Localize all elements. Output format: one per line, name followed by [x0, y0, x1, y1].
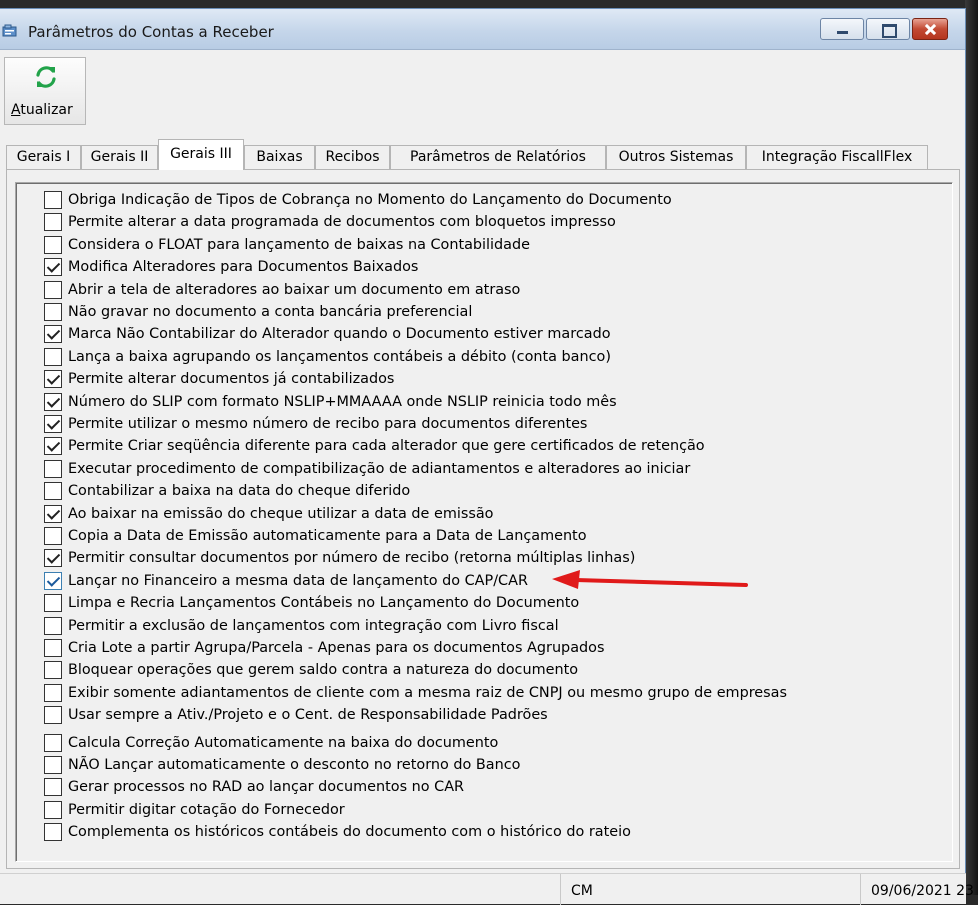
option-checkbox[interactable]	[44, 800, 62, 819]
parameters-window: Parâmetros do Contas a Receber Atualizar…	[0, 8, 974, 905]
option-checkbox[interactable]	[44, 459, 62, 478]
option-checkbox[interactable]	[44, 616, 62, 635]
annotation-arrow-line	[574, 578, 748, 587]
refresh-button[interactable]: Atualizar	[4, 57, 86, 125]
option-checkbox[interactable]	[44, 733, 62, 752]
option-label[interactable]: Copia a Data de Emissão automaticamente …	[68, 526, 587, 546]
option-label[interactable]: Calcula Correção Automaticamente na baix…	[68, 733, 498, 753]
option-checkbox[interactable]	[44, 683, 62, 702]
option-label[interactable]: Lançar no Financeiro a mesma data de lan…	[68, 571, 528, 591]
option-checkbox[interactable]	[44, 258, 62, 277]
option-checkbox[interactable]	[44, 756, 62, 774]
option-checkbox[interactable]	[44, 370, 62, 389]
window-app-icon	[2, 24, 17, 37]
desktop-background	[965, 0, 978, 895]
status-cell-company: CM	[560, 874, 860, 905]
option-label[interactable]: Limpa e Recria Lançamentos Contábeis no …	[68, 593, 579, 613]
refresh-label-rest: tualizar	[20, 102, 73, 118]
option-checkbox[interactable]	[44, 280, 62, 299]
option-checkbox[interactable]	[44, 415, 62, 433]
option-label[interactable]: Permitir consultar documentos por número…	[68, 548, 635, 568]
tab-gerais-i[interactable]: Gerais I	[6, 145, 81, 169]
tab-par-metros-de-relat-rios[interactable]: Parâmetros de Relatórios	[390, 145, 606, 169]
option-label[interactable]: Cria Lote a partir Agrupa/Parcela - Apen…	[68, 638, 604, 658]
option-label[interactable]: Permite alterar documentos já contabiliz…	[68, 369, 394, 389]
status-datetime: 09/06/2021 23	[871, 883, 974, 899]
option-checkbox[interactable]	[44, 527, 62, 545]
option-checkbox[interactable]	[44, 504, 62, 523]
option-label[interactable]: Usar sempre a Ativ./Projeto e o Cent. de…	[68, 705, 548, 725]
option-label[interactable]: Permitir a exclusão de lançamentos com i…	[68, 616, 559, 636]
window-title: Parâmetros do Contas a Receber	[28, 23, 274, 41]
tab-outros-sistemas[interactable]: Outros Sistemas	[606, 145, 746, 169]
option-label[interactable]: Permite Criar seqüência diferente para c…	[68, 436, 705, 456]
option-label[interactable]: Lança a baixa agrupando os lançamentos c…	[68, 347, 611, 367]
refresh-icon	[36, 66, 56, 88]
option-label[interactable]: NÃO Lançar automaticamente o desconto no…	[68, 755, 520, 775]
tab-gerais-ii[interactable]: Gerais II	[81, 145, 158, 169]
option-checkbox[interactable]	[44, 235, 62, 254]
option-label[interactable]: Gerar processos no RAD ao lançar documen…	[68, 777, 464, 797]
tab-recibos[interactable]: Recibos	[315, 145, 390, 169]
option-checkbox[interactable]	[44, 706, 62, 725]
refresh-label-mnemonic: A	[11, 102, 21, 118]
option-label[interactable]: Marca Não Contabilizar do Alterador quan…	[68, 324, 611, 344]
option-checkbox[interactable]	[44, 347, 62, 366]
tab-gerais-iii[interactable]: Gerais III	[158, 139, 244, 170]
option-label[interactable]: Modifica Alteradores para Documentos Bai…	[68, 257, 418, 277]
option-checkbox[interactable]	[44, 549, 62, 568]
option-label[interactable]: Permite alterar a data programada de doc…	[68, 212, 616, 232]
option-label[interactable]: Considera o FLOAT para lançamento de bai…	[68, 235, 530, 255]
option-label[interactable]: Executar procedimento de compatibilizaçã…	[68, 459, 690, 479]
option-checkbox[interactable]	[44, 639, 62, 657]
option-checkbox[interactable]	[44, 325, 62, 344]
options-group: Obriga Indicação de Tipos de Cobrança no…	[15, 182, 953, 862]
tab-baixas[interactable]: Baixas	[244, 145, 315, 169]
option-checkbox[interactable]	[44, 823, 62, 842]
option-label[interactable]: Não gravar no documento a conta bancária…	[68, 302, 472, 322]
annotation-arrow	[552, 570, 748, 589]
option-label[interactable]: Contabilizar a baixa na data do cheque d…	[68, 481, 410, 501]
maximize-button[interactable]	[866, 18, 910, 40]
option-checkbox[interactable]	[44, 661, 62, 680]
option-label[interactable]: Permite utilizar o mesmo número de recib…	[68, 414, 587, 434]
annotation-arrow-head	[552, 570, 580, 589]
minimize-button[interactable]	[820, 18, 864, 40]
option-label[interactable]: Número do SLIP com formato NSLIP+MMAAAA …	[68, 392, 617, 412]
status-company-code: CM	[571, 883, 593, 899]
close-button[interactable]	[912, 18, 948, 40]
option-checkbox[interactable]	[44, 571, 62, 590]
status-cell-datetime: 09/06/2021 23	[860, 874, 974, 905]
option-checkbox[interactable]	[44, 213, 62, 232]
option-checkbox[interactable]	[44, 594, 62, 613]
option-label[interactable]: Complementa os históricos contábeis do d…	[68, 822, 631, 842]
tab-integra-o-fiscallflex[interactable]: Integração FiscallFlex	[746, 145, 928, 169]
option-label[interactable]: Permitir digitar cotação do Fornecedor	[68, 800, 345, 820]
option-checkbox[interactable]	[44, 778, 62, 797]
title-bar[interactable]: Parâmetros do Contas a Receber	[0, 9, 965, 50]
option-checkbox[interactable]	[44, 303, 62, 321]
option-checkbox[interactable]	[44, 392, 62, 411]
option-label[interactable]: Exibir somente adiantamentos de cliente …	[68, 683, 787, 703]
option-label[interactable]: Ao baixar na emissão do cheque utilizar …	[68, 504, 493, 524]
tab-panel-gerais-iii: Obriga Indicação de Tipos de Cobrança no…	[6, 169, 960, 869]
option-checkbox[interactable]	[44, 191, 62, 209]
option-label[interactable]: Obriga Indicação de Tipos de Cobrança no…	[68, 190, 672, 210]
option-checkbox[interactable]	[44, 482, 62, 501]
status-bar: CM 09/06/2021 23	[0, 873, 974, 905]
option-label[interactable]: Bloquear operações que gerem saldo contr…	[68, 660, 578, 680]
option-checkbox[interactable]	[44, 437, 62, 456]
refresh-button-label: Atualizar	[11, 102, 73, 118]
option-label[interactable]: Abrir a tela de alteradores ao baixar um…	[68, 280, 520, 300]
